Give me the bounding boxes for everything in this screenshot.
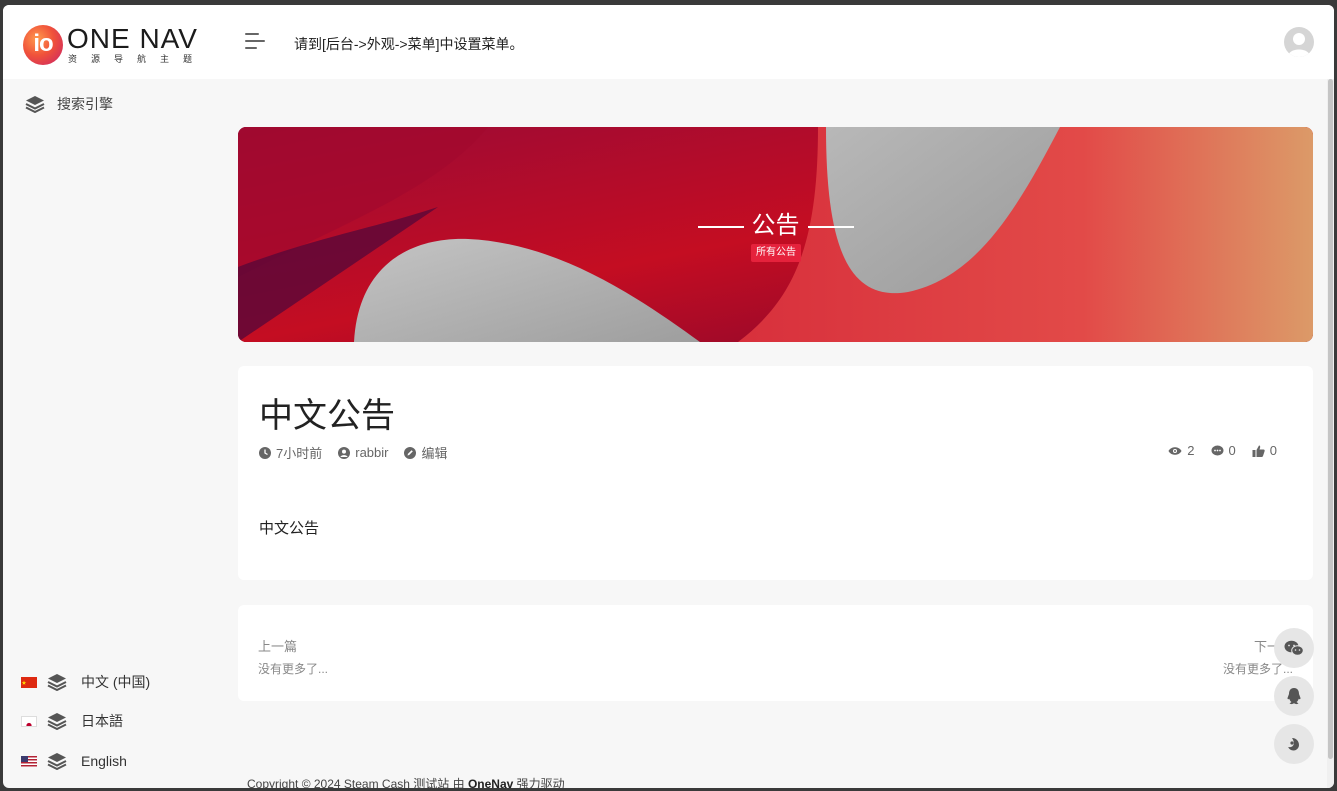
- layers-icon: [25, 96, 45, 113]
- layers-icon: [47, 713, 67, 730]
- page-banner: 公告 所有公告: [238, 127, 1313, 342]
- edit-link[interactable]: 编辑: [404, 443, 448, 462]
- edit-icon: [404, 446, 417, 459]
- cn-flag-icon: [21, 676, 37, 688]
- dark-mode-button[interactable]: [1274, 724, 1314, 764]
- lang-label: English: [81, 753, 127, 769]
- menu-hint[interactable]: 请到[后台->外观->菜单]中设置菜单。: [294, 34, 523, 54]
- post-stats: 2 0 0: [1152, 443, 1277, 458]
- likes-count[interactable]: 0: [1252, 443, 1277, 458]
- footer-copyright: Copyright © 2024 Steam Cash 测试站 由: [247, 777, 468, 788]
- layers-icon: [47, 674, 67, 691]
- prev-label: 上一篇: [258, 639, 298, 654]
- thumbs-up-icon: [1252, 445, 1265, 457]
- user-icon: [338, 446, 351, 459]
- site-logo[interactable]: io ONE NAV 资源导航主题: [23, 23, 213, 65]
- scrollbar-thumb[interactable]: [1328, 79, 1333, 759]
- eye-icon: [1168, 446, 1182, 455]
- page-scrollbar[interactable]: [1327, 79, 1334, 788]
- post-author[interactable]: rabbir: [338, 445, 388, 460]
- qq-button[interactable]: [1274, 676, 1314, 716]
- layers-icon: [47, 753, 67, 770]
- footer-suffix: 强力驱动: [513, 777, 565, 788]
- sidebar-item-label: 搜索引擎: [57, 96, 113, 112]
- site-footer: Copyright © 2024 Steam Cash 测试站 由 OneNav…: [247, 775, 565, 788]
- sidebar-toggle-icon[interactable]: [245, 32, 267, 50]
- page-title: 中文公告: [259, 397, 395, 435]
- moon-icon: [1288, 738, 1299, 751]
- wechat-button[interactable]: [1274, 628, 1314, 668]
- post-time: 7小时前: [259, 443, 322, 462]
- post-card: 中文公告 7小时前 rabbir 编辑 2 0 0 中文公告: [238, 366, 1313, 580]
- qq-icon: [1287, 688, 1301, 705]
- browser-frame: io ONE NAV 资源导航主题 请到[后台->外观->菜单]中设置菜单。 搜…: [3, 5, 1334, 788]
- logo-mark: io: [33, 30, 53, 57]
- banner-title: 公告: [238, 205, 1313, 240]
- comment-icon: [1211, 445, 1224, 455]
- sidebar-item-search-engine[interactable]: 搜索引擎: [25, 93, 113, 115]
- jp-flag-icon: [21, 715, 37, 727]
- comments-count[interactable]: 0: [1211, 443, 1236, 458]
- us-flag-icon: [21, 755, 37, 767]
- category-badge[interactable]: 所有公告: [751, 244, 801, 262]
- post-content: 中文公告: [259, 520, 320, 537]
- sidebar-lang-ja[interactable]: 日本語: [21, 710, 123, 732]
- user-avatar-icon[interactable]: [1284, 27, 1314, 57]
- logo-title: ONE NAV: [67, 23, 198, 54]
- post-meta: 7小时前 rabbir 编辑: [259, 443, 464, 462]
- prev-post-link[interactable]: 上一篇 没有更多了...: [258, 636, 328, 677]
- lang-label: 中文 (中国): [81, 674, 151, 690]
- site-header: io ONE NAV 资源导航主题 请到[后台->外观->菜单]中设置菜单。: [3, 5, 1334, 79]
- lang-label: 日本語: [81, 713, 123, 729]
- footer-brand-link[interactable]: OneNav: [468, 777, 513, 788]
- post-navigation: 上一篇 没有更多了... 下一篇 没有更多了...: [238, 605, 1313, 701]
- clock-icon: [259, 446, 271, 459]
- wechat-icon: [1284, 640, 1304, 656]
- sidebar-lang-zh[interactable]: 中文 (中国): [21, 671, 150, 693]
- logo-subtitle: 资源导航主题: [68, 54, 207, 64]
- sidebar: 搜索引擎 中文 (中国) 日本語 English: [3, 79, 233, 788]
- logo-badge-icon: io: [23, 25, 63, 65]
- prev-subtitle: 没有更多了...: [258, 662, 329, 676]
- sidebar-lang-en[interactable]: English: [21, 750, 127, 772]
- views-count: 2: [1168, 443, 1195, 458]
